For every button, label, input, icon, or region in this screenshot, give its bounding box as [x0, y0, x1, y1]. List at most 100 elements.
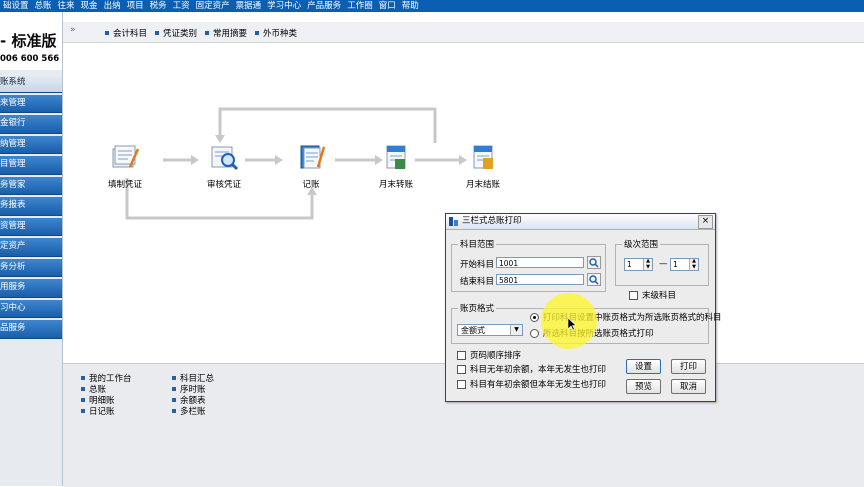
- menu-item[interactable]: 税务: [147, 0, 170, 12]
- sidebar-item[interactable]: 务分析: [0, 258, 62, 277]
- checkbox-box: [457, 350, 466, 360]
- sidebar-item[interactable]: 金银行: [0, 115, 62, 134]
- cancel-button[interactable]: 取消: [671, 379, 706, 394]
- radio-button: [530, 328, 539, 338]
- link-multi-column-ledger[interactable]: 多栏账: [172, 405, 206, 417]
- bullet-icon: [255, 31, 259, 35]
- app-icon: [449, 217, 458, 226]
- print-no-opening-balance-checkbox[interactable]: 科目无年初余额，本年无发生也打印: [457, 363, 606, 375]
- bullet-icon: [172, 398, 176, 402]
- menu-item[interactable]: 产品服务: [304, 0, 344, 12]
- flow-node-review-voucher[interactable]: 审核凭证: [204, 143, 244, 190]
- preview-button[interactable]: 预览: [626, 379, 661, 394]
- setup-button[interactable]: 设置: [626, 359, 661, 374]
- toolbar-item-common-summary[interactable]: 常用摘要: [205, 27, 247, 39]
- search-icon: [589, 258, 599, 268]
- end-subject-label: 结束科目: [460, 277, 495, 287]
- sidebar-item[interactable]: 品服务: [0, 320, 62, 339]
- page-format-legend: 账页格式: [460, 304, 495, 314]
- menu-item[interactable]: 学习中心: [264, 0, 304, 12]
- level-to-spinner[interactable]: 1 ▲ ▼: [670, 258, 699, 271]
- bullet-icon: [172, 387, 176, 391]
- close-icon[interactable]: ×: [698, 215, 713, 229]
- end-subject-input[interactable]: 5801: [496, 274, 584, 285]
- checkbox-box: [457, 379, 466, 389]
- sidebar-item[interactable]: 定资产: [0, 238, 62, 257]
- menu-item[interactable]: 票据通: [233, 0, 265, 12]
- level-from-spinner[interactable]: 1 ▲ ▼: [624, 258, 653, 271]
- bullet-icon: [81, 398, 85, 402]
- expand-arrows-icon[interactable]: »: [70, 25, 76, 35]
- sidebar-item[interactable]: 来管理: [0, 94, 62, 113]
- spin-arrows-icon[interactable]: ▲ ▼: [643, 258, 652, 270]
- sidebar-item[interactable]: 账系统: [0, 74, 62, 93]
- flow-node-label: 月末转账: [378, 180, 413, 190]
- sidebar-item[interactable]: 习中心: [0, 299, 62, 318]
- flow-node-month-end-transfer[interactable]: 月末转账: [376, 143, 416, 190]
- menu-item[interactable]: 出纳: [101, 0, 124, 12]
- bullet-icon: [172, 376, 176, 380]
- leaf-only-checkbox[interactable]: 末级科目: [629, 289, 676, 301]
- radio-button-selected: [530, 312, 539, 322]
- menu-item[interactable]: 往来: [55, 0, 78, 12]
- dialog-title: 三栏式总账打印: [462, 216, 522, 226]
- menu-item[interactable]: 工资: [170, 0, 193, 12]
- checkbox-box: [629, 290, 638, 300]
- menu-bar: 础设置 总账 往来 现金 出纳 项目 税务 工资 固定资产 票据通 学习中心 产品服务 工作圈 窗口 帮助: [0, 0, 864, 12]
- menu-item[interactable]: 础设置: [0, 0, 32, 12]
- level-range-legend: 级次范围: [624, 240, 659, 250]
- flow-node-month-end-close[interactable]: 月末结账: [463, 143, 503, 190]
- toolbar-item-accounts[interactable]: 会计科目: [105, 27, 147, 39]
- bullet-icon: [81, 387, 85, 391]
- search-icon: [589, 275, 599, 285]
- link-journal[interactable]: 日记账: [81, 405, 115, 417]
- flow-node-fill-voucher[interactable]: 填制凭证: [105, 143, 145, 190]
- checkbox-box: [457, 364, 466, 374]
- flow-node-posting[interactable]: 记账: [291, 143, 331, 190]
- sidebar-item[interactable]: 资管理: [0, 217, 62, 236]
- menu-item[interactable]: 工作圈: [344, 0, 376, 12]
- hotline-number: 006 600 566: [0, 54, 60, 64]
- sidebar-item[interactable]: 务管家: [0, 176, 62, 195]
- bullet-icon: [81, 409, 85, 413]
- print-has-opening-balance-checkbox[interactable]: 科目有年初余额但本年无发生也打印: [457, 378, 606, 390]
- sidebar-item[interactable]: 目管理: [0, 156, 62, 175]
- brand-area: - 标准版 006 600 566: [0, 12, 62, 70]
- fill-voucher-icon: [112, 145, 140, 168]
- menu-item[interactable]: 现金: [78, 0, 101, 12]
- toolbar-item-voucher-types[interactable]: 凭证类别: [155, 27, 197, 39]
- menu-item[interactable]: 总账: [32, 0, 55, 12]
- mouse-pointer-icon: [568, 318, 576, 331]
- menu-item[interactable]: 项目: [124, 0, 147, 12]
- dialog-title-bar[interactable]: 三栏式总账打印 ×: [446, 214, 715, 230]
- sidebar-item[interactable]: 务报表: [0, 197, 62, 216]
- toolbar-item-currencies[interactable]: 外币种类: [255, 27, 297, 39]
- page-order-checkbox[interactable]: 页码顺序排序: [457, 349, 521, 361]
- sidebar-item[interactable]: 纳管理: [0, 135, 62, 154]
- print-button[interactable]: 打印: [671, 359, 706, 374]
- flow-node-label: 月末结账: [465, 180, 500, 190]
- start-subject-input[interactable]: 1001: [496, 257, 584, 268]
- posting-book-icon: [300, 145, 326, 169]
- review-voucher-icon: [211, 146, 239, 171]
- flow-node-label: 审核凭证: [206, 180, 241, 190]
- sidebar-nav: 账系统 来管理金银行 纳管理目管理 务管家务报表 资管理定资产 务分析用服务 习中心品服务: [0, 74, 62, 341]
- sidebar-item[interactable]: 用服务: [0, 279, 62, 298]
- product-title: - 标准版: [0, 32, 57, 50]
- menu-item[interactable]: 固定资产: [193, 0, 233, 12]
- month-end-transfer-icon: [386, 145, 406, 169]
- toolbar: » 会计科目 凭证类别 常用摘要 外币种类: [63, 22, 864, 43]
- bullet-icon: [81, 376, 85, 380]
- bullet-icon: [205, 31, 209, 35]
- menu-item[interactable]: 窗口: [376, 0, 399, 12]
- end-subject-search-button[interactable]: [587, 273, 601, 286]
- level-dash: —: [659, 259, 668, 269]
- spin-arrows-icon[interactable]: ▲ ▼: [689, 258, 698, 270]
- start-subject-search-button[interactable]: [587, 256, 601, 269]
- menu-item[interactable]: 帮助: [399, 0, 422, 12]
- subject-range-legend: 科目范围: [460, 240, 495, 250]
- page-format-select[interactable]: 金额式 ▼: [457, 324, 523, 336]
- flow-node-label: 填制凭证: [107, 180, 142, 190]
- chevron-down-icon: ▼: [510, 325, 522, 335]
- bullet-icon: [105, 31, 109, 35]
